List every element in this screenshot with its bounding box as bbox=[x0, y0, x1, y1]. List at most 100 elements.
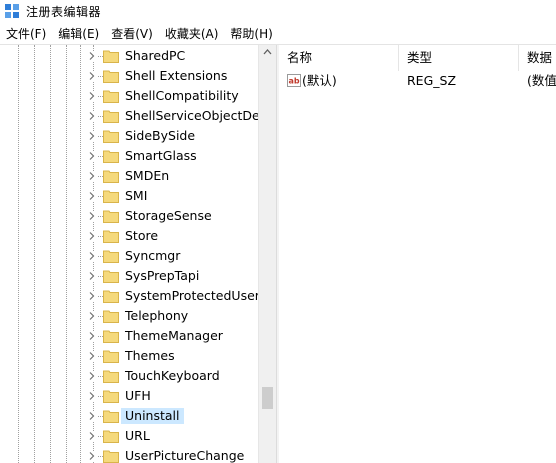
chevron-right-icon[interactable] bbox=[87, 131, 97, 141]
tree-item[interactable]: SMDEn bbox=[0, 166, 258, 186]
scrollbar-thumb[interactable] bbox=[262, 387, 273, 409]
column-header-name[interactable]: 名称 bbox=[279, 45, 399, 71]
tree-item-label[interactable]: TouchKeyboard bbox=[123, 368, 222, 384]
chevron-right-icon[interactable] bbox=[87, 371, 97, 381]
chevron-right-icon[interactable] bbox=[87, 251, 97, 261]
folder-icon bbox=[103, 170, 119, 183]
registry-editor-icon bbox=[5, 4, 19, 18]
string-value-ab-icon: ab bbox=[287, 74, 301, 87]
tree-item[interactable]: Syncmgr bbox=[0, 246, 258, 266]
tree-item[interactable]: SharedPC bbox=[0, 46, 258, 66]
tree-item-label[interactable]: UFH bbox=[123, 388, 153, 404]
registry-key-tree[interactable]: SharedPC Shell Extensions ShellCompatibili… bbox=[0, 45, 258, 463]
tree-item-label[interactable]: Themes bbox=[123, 348, 177, 364]
tree-item[interactable]: ShellCompatibility bbox=[0, 86, 258, 106]
tree-item-label[interactable]: Syncmgr bbox=[123, 248, 182, 264]
tree-item[interactable]: SMI bbox=[0, 186, 258, 206]
tree-item-label[interactable]: StorageSense bbox=[123, 208, 214, 224]
value-data: (数值 bbox=[527, 73, 556, 88]
tree-scrollbar[interactable] bbox=[258, 45, 276, 463]
tree-item[interactable]: UFH bbox=[0, 386, 258, 406]
folder-icon bbox=[103, 50, 119, 63]
column-header-type[interactable]: 类型 bbox=[399, 45, 519, 71]
tree-item[interactable]: Shell Extensions bbox=[0, 66, 258, 86]
chevron-right-icon[interactable] bbox=[87, 191, 97, 201]
folder-icon bbox=[103, 350, 119, 363]
tree-item[interactable]: SysPrepTapi bbox=[0, 266, 258, 286]
menu-help[interactable]: 帮助(H) bbox=[224, 24, 278, 44]
chevron-right-icon[interactable] bbox=[87, 91, 97, 101]
scroll-up-arrow-icon[interactable] bbox=[263, 48, 272, 56]
svg-text:ab: ab bbox=[289, 77, 300, 86]
window-title: 注册表编辑器 bbox=[26, 5, 102, 19]
menu-bar: 文件(F) 编辑(E) 查看(V) 收藏夹(A) 帮助(H) bbox=[0, 24, 556, 45]
tree-item[interactable]: TouchKeyboard bbox=[0, 366, 258, 386]
menu-edit[interactable]: 编辑(E) bbox=[52, 24, 105, 44]
folder-icon bbox=[103, 430, 119, 443]
tree-item[interactable]: StorageSense bbox=[0, 206, 258, 226]
tree-item-label[interactable]: Store bbox=[123, 228, 160, 244]
chevron-right-icon[interactable] bbox=[87, 171, 97, 181]
tree-item[interactable]: ThemeManager bbox=[0, 326, 258, 346]
folder-icon bbox=[103, 390, 119, 403]
menu-file[interactable]: 文件(F) bbox=[0, 24, 52, 44]
value-type: REG_SZ bbox=[407, 73, 457, 88]
chevron-right-icon[interactable] bbox=[87, 211, 97, 221]
chevron-right-icon[interactable] bbox=[87, 451, 97, 461]
tree-item-label[interactable]: SideBySide bbox=[123, 128, 197, 144]
chevron-right-icon[interactable] bbox=[87, 111, 97, 121]
chevron-right-icon[interactable] bbox=[87, 411, 97, 421]
tree-item-label[interactable]: SharedPC bbox=[123, 48, 187, 64]
folder-icon bbox=[103, 190, 119, 203]
tree-item[interactable]: Uninstall bbox=[0, 406, 258, 426]
tree-item[interactable]: Store bbox=[0, 226, 258, 246]
tree-item-label[interactable]: SmartGlass bbox=[123, 148, 199, 164]
column-header-data[interactable]: 数据 bbox=[519, 45, 556, 71]
tree-item[interactable]: URL bbox=[0, 426, 258, 446]
tree-item-label[interactable]: ThemeManager bbox=[123, 328, 225, 344]
menu-view[interactable]: 查看(V) bbox=[105, 24, 159, 44]
menu-favorites[interactable]: 收藏夹(A) bbox=[159, 24, 225, 44]
chevron-right-icon[interactable] bbox=[87, 391, 97, 401]
folder-icon bbox=[103, 270, 119, 283]
folder-icon bbox=[103, 230, 119, 243]
chevron-right-icon[interactable] bbox=[87, 331, 97, 341]
chevron-right-icon[interactable] bbox=[87, 231, 97, 241]
registry-values-list[interactable]: 名称 类型 数据 ab (默认) REG_SZ (数值 bbox=[279, 45, 556, 463]
chevron-right-icon[interactable] bbox=[87, 311, 97, 321]
tree-item-label[interactable]: SMDEn bbox=[123, 168, 171, 184]
folder-icon bbox=[103, 250, 119, 263]
tree-item[interactable]: Themes bbox=[0, 346, 258, 366]
chevron-right-icon[interactable] bbox=[87, 291, 97, 301]
tree-item[interactable]: SideBySide bbox=[0, 126, 258, 146]
tree-item-label[interactable]: ShellServiceObjectDela bbox=[123, 108, 258, 124]
folder-icon bbox=[103, 410, 119, 423]
tree-item[interactable]: SystemProtectedUserD bbox=[0, 286, 258, 306]
chevron-right-icon[interactable] bbox=[87, 51, 97, 61]
tree-item-label[interactable]: SystemProtectedUserD bbox=[123, 288, 258, 304]
folder-icon bbox=[103, 150, 119, 163]
folder-icon bbox=[103, 110, 119, 123]
tree-item-label[interactable]: Telephony bbox=[123, 308, 190, 324]
tree-item-label[interactable]: SMI bbox=[123, 188, 149, 204]
tree-item-label[interactable]: UserPictureChange bbox=[123, 448, 246, 463]
tree-item[interactable]: SmartGlass bbox=[0, 146, 258, 166]
tree-item[interactable]: ShellServiceObjectDela bbox=[0, 106, 258, 126]
tree-item-label[interactable]: SysPrepTapi bbox=[123, 268, 201, 284]
folder-icon bbox=[103, 310, 119, 323]
tree-item[interactable]: UserPictureChange bbox=[0, 446, 258, 463]
tree-item-label-selected[interactable]: Uninstall bbox=[121, 408, 184, 424]
chevron-right-icon[interactable] bbox=[87, 151, 97, 161]
tree-item[interactable]: Telephony bbox=[0, 306, 258, 326]
chevron-right-icon[interactable] bbox=[87, 271, 97, 281]
tree-item-label[interactable]: URL bbox=[123, 428, 152, 444]
folder-icon bbox=[103, 450, 119, 463]
folder-icon bbox=[103, 130, 119, 143]
value-row[interactable]: ab (默认) REG_SZ (数值 bbox=[279, 71, 556, 91]
chevron-right-icon[interactable] bbox=[87, 351, 97, 361]
chevron-right-icon[interactable] bbox=[87, 431, 97, 441]
folder-icon bbox=[103, 370, 119, 383]
tree-item-label[interactable]: Shell Extensions bbox=[123, 68, 229, 84]
tree-item-label[interactable]: ShellCompatibility bbox=[123, 88, 241, 104]
chevron-right-icon[interactable] bbox=[87, 71, 97, 81]
